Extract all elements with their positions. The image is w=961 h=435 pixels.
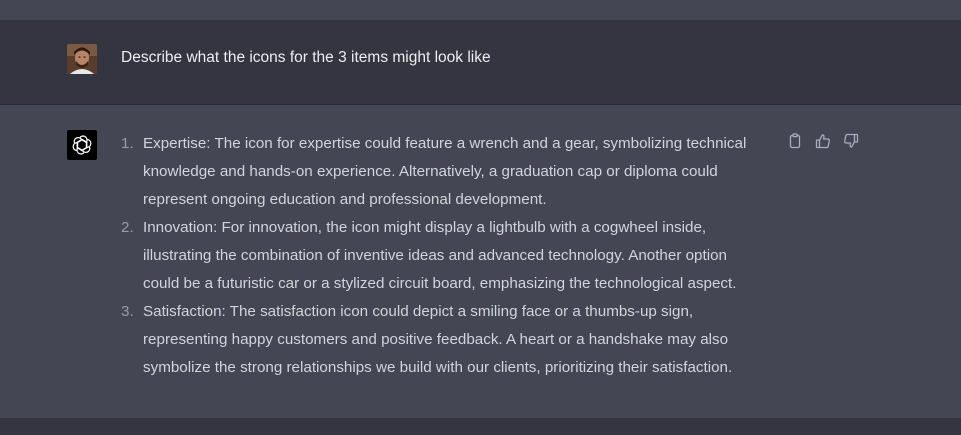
assistant-answer-list: 1. Expertise: The icon for expertise cou… [121, 130, 781, 382]
thumbs-down-button[interactable] [842, 132, 860, 150]
list-item: 1. Expertise: The icon for expertise cou… [121, 130, 781, 214]
list-number: 1. [121, 135, 134, 152]
chat-page: Describe what the icons for the 3 items … [0, 0, 961, 435]
answer-line: illustrating the combination of inventiv… [143, 247, 727, 264]
answer-line: Satisfaction: The satisfaction icon coul… [143, 303, 694, 320]
answer-line: could be a futuristic car or a stylized … [143, 275, 737, 292]
answer-line: Expertise: The icon for expertise could … [143, 135, 747, 152]
message-actions [786, 132, 860, 150]
chatgpt-logo-icon [67, 130, 97, 160]
copy-icon [789, 133, 801, 149]
list-item: 3. Satisfaction: The satisfaction icon c… [121, 298, 781, 382]
thumbs-up-button[interactable] [814, 132, 832, 150]
previous-message-edge [0, 0, 961, 20]
user-message-row: Describe what the icons for the 3 items … [0, 20, 961, 105]
list-number: 2. [121, 219, 134, 236]
user-avatar [67, 44, 97, 74]
answer-line: symbolize the strong relationships we bu… [143, 359, 733, 376]
page-footer-edge [0, 418, 961, 435]
thumbs-down-icon [844, 133, 859, 148]
thumbs-up-icon [815, 134, 830, 149]
copy-button[interactable] [786, 132, 804, 150]
assistant-message-row: 1. Expertise: The icon for expertise cou… [0, 105, 961, 418]
list-number: 3. [121, 303, 134, 320]
user-message-text: Describe what the icons for the 3 items … [121, 49, 491, 66]
answer-line: Innovation: For innovation, the icon mig… [143, 219, 707, 236]
answer-line: knowledge and hands-on experience. Alter… [143, 163, 718, 180]
list-item: 2. Innovation: For innovation, the icon … [121, 214, 781, 298]
answer-line: representing happy customers and positiv… [143, 331, 729, 348]
answer-line: represent ongoing education and professi… [143, 191, 547, 208]
